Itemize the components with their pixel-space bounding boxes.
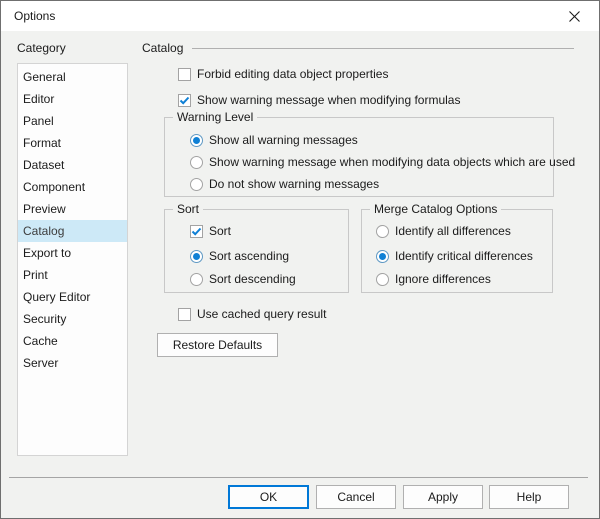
section-title: Catalog	[142, 40, 184, 55]
section-header: Catalog	[142, 40, 574, 55]
restore-defaults-button[interactable]: Restore Defaults	[157, 333, 278, 357]
checkbox-checked-icon	[178, 93, 191, 107]
radio-identify-all-differences[interactable]: Identify all differences	[376, 223, 511, 239]
radio-selected-icon	[190, 133, 203, 147]
warning-level-group: Warning Level Show all warning messages …	[164, 110, 575, 197]
sidebar-item-dataset[interactable]: Dataset	[18, 154, 127, 176]
radio-icon	[190, 272, 203, 286]
radio-identify-critical-differences-label: Identify critical differences	[395, 249, 533, 263]
sidebar-item-server[interactable]: Server	[18, 352, 127, 374]
window-title: Options	[14, 9, 56, 23]
sidebar-item-export-to[interactable]: Export to	[18, 242, 127, 264]
checkbox-sort-label: Sort	[209, 224, 232, 238]
checkbox-forbid-editing[interactable]: Forbid editing data object properties	[178, 66, 388, 82]
checkbox-sort[interactable]: Sort	[190, 223, 231, 239]
sidebar-item-catalog[interactable]: Catalog	[18, 220, 127, 242]
radio-warn-when-used[interactable]: Show warning message when modifying data…	[190, 154, 575, 170]
radio-no-warnings[interactable]: Do not show warning messages	[190, 176, 379, 192]
radio-sort-ascending-label: Sort ascending	[209, 249, 290, 263]
close-button[interactable]	[553, 1, 595, 31]
radio-show-all-warnings[interactable]: Show all warning messages	[190, 132, 358, 148]
radio-selected-icon	[190, 249, 203, 263]
radio-selected-icon	[376, 249, 389, 263]
checkbox-icon	[178, 307, 191, 321]
help-button[interactable]: Help	[489, 485, 569, 509]
radio-ignore-differences[interactable]: Ignore differences	[376, 271, 491, 287]
radio-sort-ascending[interactable]: Sort ascending	[190, 248, 289, 264]
merge-catalog-options-group: Merge Catalog Options Identify all diffe…	[361, 202, 553, 293]
sidebar-item-general[interactable]: General	[18, 66, 127, 88]
sort-group-title: Sort	[173, 202, 204, 216]
sidebar-item-query-editor[interactable]: Query Editor	[18, 286, 127, 308]
sidebar-item-preview[interactable]: Preview	[18, 198, 127, 220]
category-label: Category	[17, 41, 66, 55]
sidebar-item-component[interactable]: Component	[18, 176, 127, 198]
sort-group: Sort Sort Sort ascending Sort descending	[164, 202, 349, 293]
radio-sort-descending[interactable]: Sort descending	[190, 271, 296, 287]
radio-icon	[376, 224, 389, 238]
sidebar-item-security[interactable]: Security	[18, 308, 127, 330]
checkmark-icon	[191, 227, 202, 236]
radio-icon	[190, 177, 203, 191]
ok-button[interactable]: OK	[228, 485, 309, 509]
warning-level-group-title: Warning Level	[173, 110, 258, 124]
merge-catalog-options-group-title: Merge Catalog Options	[370, 202, 502, 216]
footer-separator	[9, 477, 588, 478]
sidebar-item-print[interactable]: Print	[18, 264, 127, 286]
radio-show-all-warnings-label: Show all warning messages	[209, 133, 358, 147]
titlebar: Options	[1, 1, 599, 31]
category-list: General Editor Panel Format Dataset Comp…	[17, 63, 128, 456]
checkbox-show-warning-label: Show warning message when modifying form…	[197, 93, 461, 107]
checkmark-icon	[179, 96, 190, 105]
checkbox-forbid-editing-label: Forbid editing data object properties	[197, 67, 389, 81]
section-header-rule	[192, 47, 574, 49]
apply-button[interactable]: Apply	[403, 485, 483, 509]
radio-identify-critical-differences[interactable]: Identify critical differences	[376, 248, 533, 264]
cancel-button[interactable]: Cancel	[316, 485, 396, 509]
radio-identify-all-differences-label: Identify all differences	[395, 224, 511, 238]
sidebar-item-panel[interactable]: Panel	[18, 110, 127, 132]
checkbox-checked-icon	[190, 224, 203, 238]
radio-warn-when-used-label: Show warning message when modifying data…	[209, 155, 576, 169]
options-dialog: Options Category General Editor Panel Fo…	[0, 0, 600, 519]
radio-icon	[190, 155, 203, 169]
radio-no-warnings-label: Do not show warning messages	[209, 177, 380, 191]
checkbox-show-warning[interactable]: Show warning message when modifying form…	[178, 92, 460, 108]
checkbox-use-cached-query-label: Use cached query result	[197, 307, 327, 321]
radio-ignore-differences-label: Ignore differences	[395, 272, 491, 286]
sidebar-item-format[interactable]: Format	[18, 132, 127, 154]
radio-icon	[376, 272, 389, 286]
sidebar-item-editor[interactable]: Editor	[18, 88, 127, 110]
checkbox-icon	[178, 67, 191, 81]
radio-sort-descending-label: Sort descending	[209, 272, 296, 286]
sidebar-item-cache[interactable]: Cache	[18, 330, 127, 352]
checkbox-use-cached-query[interactable]: Use cached query result	[178, 306, 326, 322]
close-icon	[568, 10, 580, 22]
